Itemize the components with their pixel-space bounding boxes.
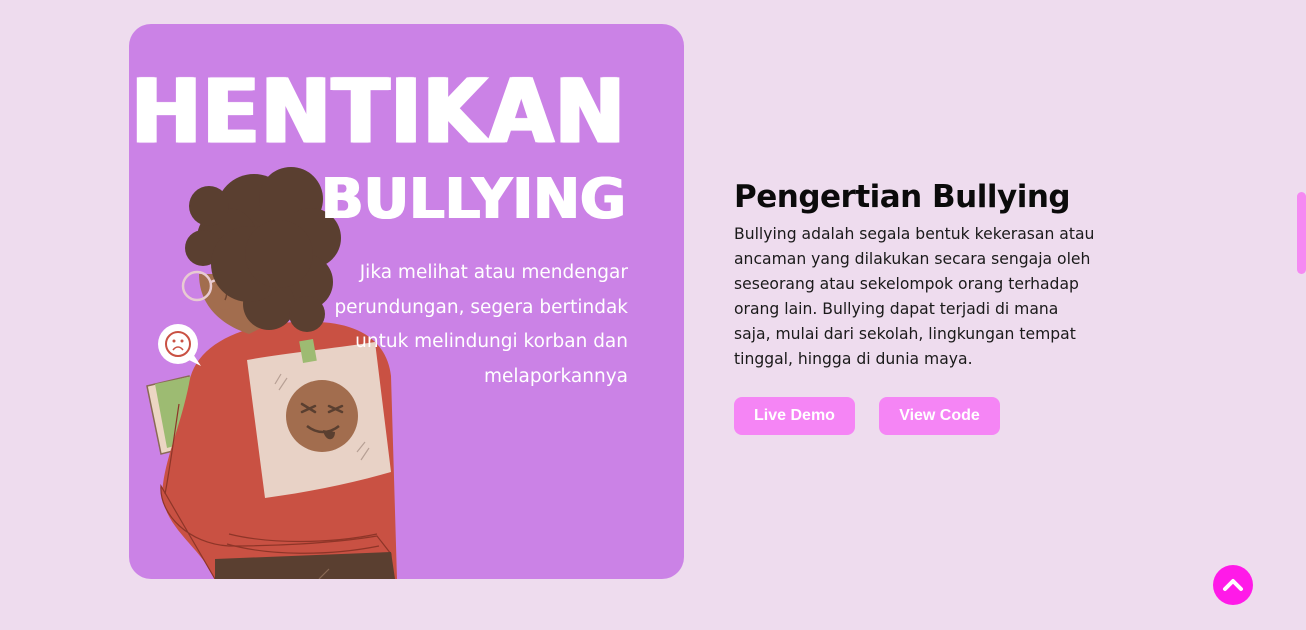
poster-title-line-2: BULLYING bbox=[320, 167, 626, 232]
view-code-button[interactable]: View Code bbox=[879, 397, 1000, 435]
scrollbar-thumb[interactable] bbox=[1297, 192, 1306, 274]
page: HENTIKAN BULLYING Jika melihat atau mend… bbox=[0, 0, 1306, 630]
poster-subtitle: Jika melihat atau mendengar perundungan,… bbox=[334, 262, 628, 387]
section-title: Pengertian Bullying bbox=[734, 179, 1071, 215]
poster-image: HENTIKAN BULLYING Jika melihat atau mend… bbox=[129, 24, 684, 579]
live-demo-button[interactable]: Live Demo bbox=[734, 397, 855, 435]
sad-face-icon bbox=[158, 324, 201, 366]
content-block: Pengertian Bullying Bullying adalah sega… bbox=[734, 176, 1106, 372]
chevron-up-icon bbox=[1223, 579, 1243, 591]
action-buttons: Live Demo View Code bbox=[734, 397, 1000, 435]
back-to-top-button[interactable] bbox=[1213, 565, 1253, 605]
poster-title-line-1: HENTIKAN bbox=[131, 60, 626, 164]
section-description: Bullying adalah segala bentuk kekerasan … bbox=[734, 225, 1095, 368]
